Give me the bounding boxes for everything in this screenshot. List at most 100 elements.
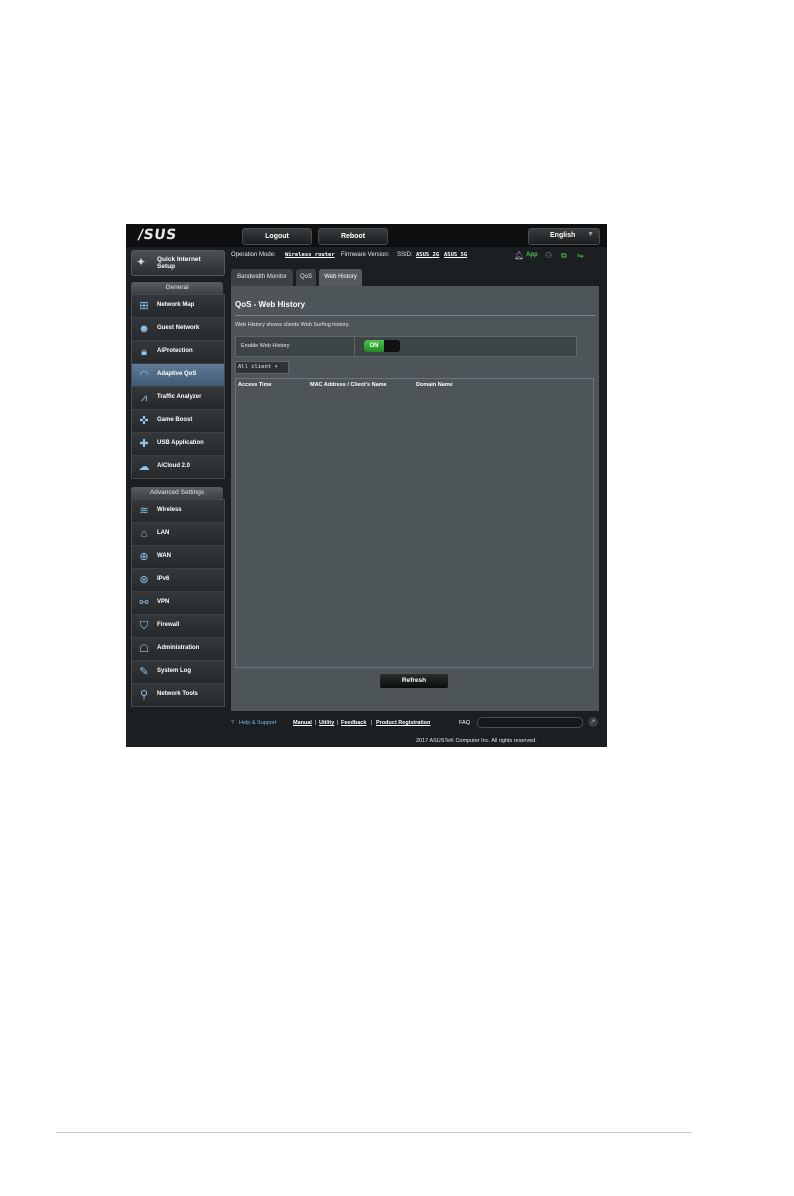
feedback-link[interactable]: Feedback <box>341 720 366 726</box>
column-header-client: MAC Address / Client's Name <box>310 382 387 388</box>
tab-bandwidth-monitor[interactable]: Bandwidth Monitor <box>231 269 293 286</box>
faq-search-input[interactable] <box>477 717 583 728</box>
sidebar-item-usb-application[interactable]: ✚ USB Application <box>132 433 224 456</box>
help-icon: ? <box>231 720 235 726</box>
bell-icon[interactable]: 🔔︎ <box>514 251 524 260</box>
sidebar-item-administration[interactable]: ☖ Administration <box>132 638 224 661</box>
ssid-5g-link[interactable]: ASUS_5G <box>444 252 467 258</box>
globe-icon: ⊕ <box>139 551 149 563</box>
internet-status-icon[interactable]: ⧉ <box>561 251 567 261</box>
sidebar-item-label: WAN <box>157 553 171 559</box>
asus-logo: /SUS <box>136 227 178 243</box>
link-separator: | <box>337 720 339 726</box>
sidebar-item-label: AiCloud 2.0 <box>157 463 191 469</box>
tab-web-history[interactable]: Web History <box>319 269 362 286</box>
language-select[interactable]: English ▼ <box>528 228 600 245</box>
advanced-menu: ≋ Wireless ⌂ LAN ⊕ WAN ⊛ IPv6 ⚯ VPN ⛉ Firewall ☖ Admi… <box>131 499 225 707</box>
column-header-access-time: Access Time <box>238 382 272 388</box>
manual-link[interactable]: Manual <box>293 720 312 726</box>
cloud-icon: ☁ <box>138 461 150 473</box>
tools-icon: ⚲ <box>139 689 149 701</box>
globe-ipv6-icon: ⊛ <box>139 574 149 586</box>
sidebar-item-wan[interactable]: ⊕ WAN <box>132 546 224 569</box>
general-menu: ⊞ Network Map ☻ Guest Network 🔒︎ AiProtection… <box>131 294 225 479</box>
sidebar-item-guest-network[interactable]: ☻ Guest Network <box>132 318 224 341</box>
client-select[interactable]: All client ▾ <box>235 361 289 374</box>
guest-network-icon: ☻ <box>138 323 150 335</box>
sidebar-item-label: Guest Network <box>157 325 200 331</box>
sidebar-item-system-log[interactable]: ✎ System Log <box>132 661 224 684</box>
log-icon: ✎ <box>139 666 149 678</box>
sidebar-item-label: USB Application <box>157 440 204 446</box>
logout-button[interactable]: Logout <box>242 228 312 245</box>
page-footer-rule <box>56 1132 692 1133</box>
sidebar-item-label: Firewall <box>157 622 180 628</box>
faq-label: FAQ <box>459 720 471 726</box>
sidebar-item-label: Administration <box>157 645 200 651</box>
sidebar-item-ipv6[interactable]: ⊛ IPv6 <box>132 569 224 592</box>
tab-qos[interactable]: QoS <box>296 269 316 286</box>
lock-icon: 🔒︎ <box>141 346 147 358</box>
sidebar-item-label: Wireless <box>157 507 182 513</box>
ssid-label: SSID: <box>397 252 413 258</box>
network-map-icon: ⊞ <box>139 300 149 312</box>
sidebar-item-label: Game Boost <box>157 417 193 423</box>
firmware-label: Firmware Version: <box>341 252 390 258</box>
copyright-text: 2017 ASUSTeK Computer Inc. All rights re… <box>416 738 537 744</box>
general-section-title: General <box>131 282 223 294</box>
sidebar-item-adaptive-qos[interactable]: ◠ Adaptive QoS <box>132 364 224 387</box>
chevron-down-icon: ▼ <box>587 231 594 238</box>
help-support-label: Help & Support <box>239 720 277 726</box>
language-label: English <box>550 232 576 239</box>
magic-wand-icon: ✦ <box>136 255 147 269</box>
app-link[interactable]: App <box>526 252 538 258</box>
chart-icon: ⩘ <box>140 392 148 404</box>
home-icon: ⌂ <box>140 528 148 540</box>
usb-icon[interactable]: ⇋ <box>577 251 584 260</box>
quick-setup-label: Quick Internet Setup <box>157 256 201 270</box>
sidebar-item-label: LAN <box>157 530 170 536</box>
sidebar-item-label: Network Tools <box>157 691 198 697</box>
page-description: Web History shows clients Web Surfing hi… <box>235 322 350 328</box>
sidebar-item-lan[interactable]: ⌂ LAN <box>132 523 224 546</box>
link-separator: | <box>315 720 317 726</box>
sidebar-item-game-boost[interactable]: ✜ Game Boost <box>132 410 224 433</box>
footer: ? Help & Support Manual | Utility | Feed… <box>231 716 607 730</box>
advanced-section-title: Advanced Settings <box>131 487 223 499</box>
sidebar-item-network-tools[interactable]: ⚲ Network Tools <box>132 684 224 706</box>
sidebar-item-network-map[interactable]: ⊞ Network Map <box>132 295 224 318</box>
sidebar-item-aiprotection[interactable]: 🔒︎ AiProtection <box>132 341 224 364</box>
operation-mode-link[interactable]: Wireless router <box>285 252 335 258</box>
operation-mode-label: Operation Mode: <box>231 252 276 258</box>
sidebar-item-label: IPv6 <box>157 576 170 582</box>
web-history-table: Access Time MAC Address / Client's Name … <box>235 378 594 668</box>
sidebar-item-firewall[interactable]: ⛉ Firewall <box>132 615 224 638</box>
sidebar-item-label: Adaptive QoS <box>157 371 197 377</box>
status-bar: Operation Mode: Wireless router Firmware… <box>231 248 607 264</box>
enable-web-history-toggle[interactable]: ON <box>364 340 400 352</box>
sidebar-item-vpn[interactable]: ⚯ VPN <box>132 592 224 615</box>
title-divider <box>235 315 595 316</box>
utility-link[interactable]: Utility <box>319 720 334 726</box>
sidebar-item-wireless[interactable]: ≋ Wireless <box>132 500 224 523</box>
reboot-button[interactable]: Reboot <box>318 228 388 245</box>
toggle-on-label: ON <box>364 340 384 352</box>
puzzle-icon: ✚ <box>139 438 149 450</box>
ssid-2g-link[interactable]: ASUS_2G <box>416 252 439 258</box>
sidebar-item-aicloud-2-0[interactable]: ☁ AiCloud 2.0 <box>132 456 224 478</box>
top-bar: /SUS Logout Reboot English ▼ <box>126 224 607 247</box>
search-go-icon[interactable]: ➚ <box>588 717 598 727</box>
sidebar-item-label: System Log <box>157 668 192 674</box>
web-history-panel: QoS - Web History Web History shows clie… <box>231 286 599 711</box>
sidebar-item-label: VPN <box>157 599 170 605</box>
client-select-value: All client <box>238 364 272 370</box>
clients-icon[interactable]: ⚇ <box>545 251 552 260</box>
sidebar-item-traffic-analyzer[interactable]: ⩘ Traffic Analyzer <box>132 387 224 410</box>
vpn-icon: ⚯ <box>139 597 149 609</box>
refresh-button[interactable]: Refresh <box>379 673 449 689</box>
product-registration-link[interactable]: Product Registration <box>376 720 430 726</box>
enable-web-history-row: Enable Web History ON <box>235 336 577 357</box>
quick-internet-setup-button[interactable]: ✦ Quick Internet Setup <box>131 250 225 276</box>
wifi-icon: ≋ <box>139 505 149 517</box>
gamepad-icon: ✜ <box>139 415 149 427</box>
